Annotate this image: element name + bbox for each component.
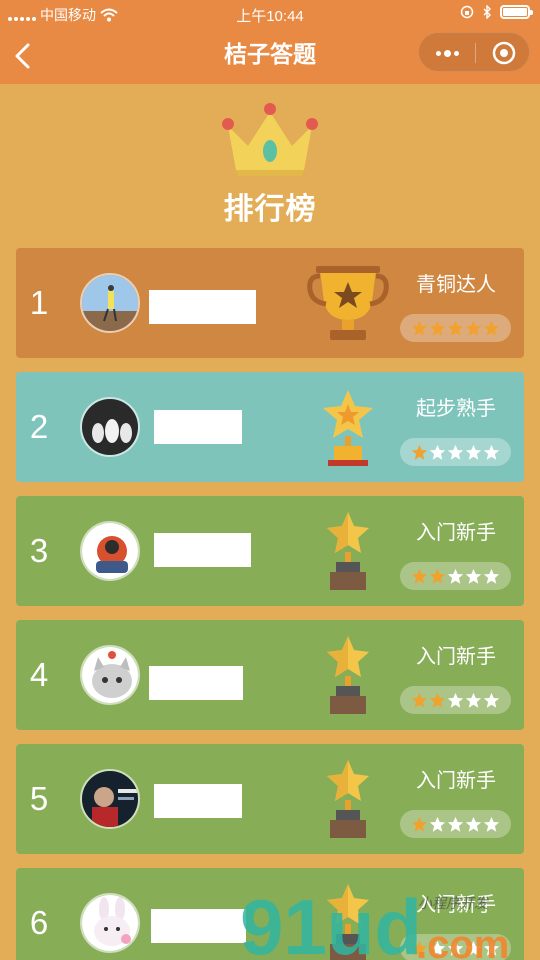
header-bar: 中国移动 上午10:44 桔子答题 [0,0,540,84]
star-empty-icon [447,816,464,832]
star-filled-icon [465,320,482,336]
level-label: 入门新手 [416,894,496,916]
star-filled-icon [411,692,428,708]
star-filled-icon [411,568,428,584]
star-filled-icon [411,444,428,460]
avatar [80,645,140,705]
avatar [80,893,140,953]
leaderboard-row[interactable]: 5 入门新手 [16,744,524,854]
star-rating [400,686,511,714]
star-empty-icon [465,940,482,956]
star-rating [400,810,511,838]
star-trophy-icon [327,760,369,838]
close-circle-icon [492,41,515,65]
rank-number: 4 [29,656,49,693]
battery-icon [500,5,533,19]
back-button[interactable] [8,36,44,76]
bluetooth-icon [483,5,491,19]
more-button[interactable] [419,33,475,73]
rank-number: 6 [29,904,49,941]
level-label: 入门新手 [416,770,496,792]
star-empty-icon [429,816,446,832]
nav-bar: 桔子答题 [0,28,540,84]
star-empty-icon [465,444,482,460]
leaderboard-row[interactable]: 4 入门新手 [16,620,524,730]
star-empty-icon [483,444,500,460]
rank-number: 1 [29,284,49,321]
leaderboard-title: 排行榜 [223,193,317,226]
mini-program-capsule [418,32,530,72]
avatar [80,769,140,829]
name-redaction [151,909,246,943]
rank-number: 2 [29,408,49,445]
star-empty-icon [447,444,464,460]
close-button[interactable] [476,33,531,73]
star-empty-icon [447,568,464,584]
star-trophy-icon [327,884,369,960]
status-bar: 中国移动 上午10:44 [0,0,540,28]
star-filled-icon [411,320,428,336]
star-empty-icon [483,692,500,708]
avatar [80,397,140,457]
level-label: 入门新手 [416,522,496,544]
star-empty-icon [465,692,482,708]
rank-number: 3 [29,532,49,569]
level-label: 起步熟手 [416,398,496,420]
star-trophy-icon [327,512,369,590]
star-filled-icon [411,816,428,832]
avatar [80,521,140,581]
star-empty-icon [483,940,500,956]
crown-icon [222,103,318,176]
star-trophy-red-base-icon [323,390,373,466]
chevron-left-icon [15,43,30,69]
star-filled-icon [411,940,428,956]
star-empty-icon [483,568,500,584]
star-empty-icon [465,816,482,832]
status-time: 上午10:44 [236,8,304,25]
avatar [80,273,140,333]
level-label: 青铜达人 [416,274,496,296]
star-empty-icon [429,444,446,460]
star-empty-icon [447,692,464,708]
name-redaction [149,666,243,700]
leaderboard-row[interactable]: 3 入门新手 [16,496,524,606]
star-filled-icon [429,568,446,584]
star-filled-icon [447,320,464,336]
star-rating [400,934,511,960]
star-empty-icon [429,940,446,956]
star-rating [400,314,511,342]
level-label: 入门新手 [416,646,496,668]
name-redaction [154,784,242,818]
leaderboard-row[interactable]: 2 起步熟手 [16,372,524,482]
cup-trophy-icon [307,266,389,340]
star-filled-icon [483,320,500,336]
star-empty-icon [483,816,500,832]
star-rating [400,562,511,590]
star-empty-icon [465,568,482,584]
leaderboard-row[interactable]: 1 青铜达人 [16,248,524,358]
star-empty-icon [447,940,464,956]
star-trophy-icon [327,636,369,714]
orientation-lock-icon [460,5,474,19]
star-rating [400,438,511,466]
name-redaction [154,533,251,567]
star-filled-icon [429,692,446,708]
name-redaction [149,290,256,324]
rank-number: 5 [29,780,49,817]
leaderboard-row[interactable]: 6 入门新手 [16,868,524,960]
name-redaction [154,410,242,444]
star-filled-icon [429,320,446,336]
